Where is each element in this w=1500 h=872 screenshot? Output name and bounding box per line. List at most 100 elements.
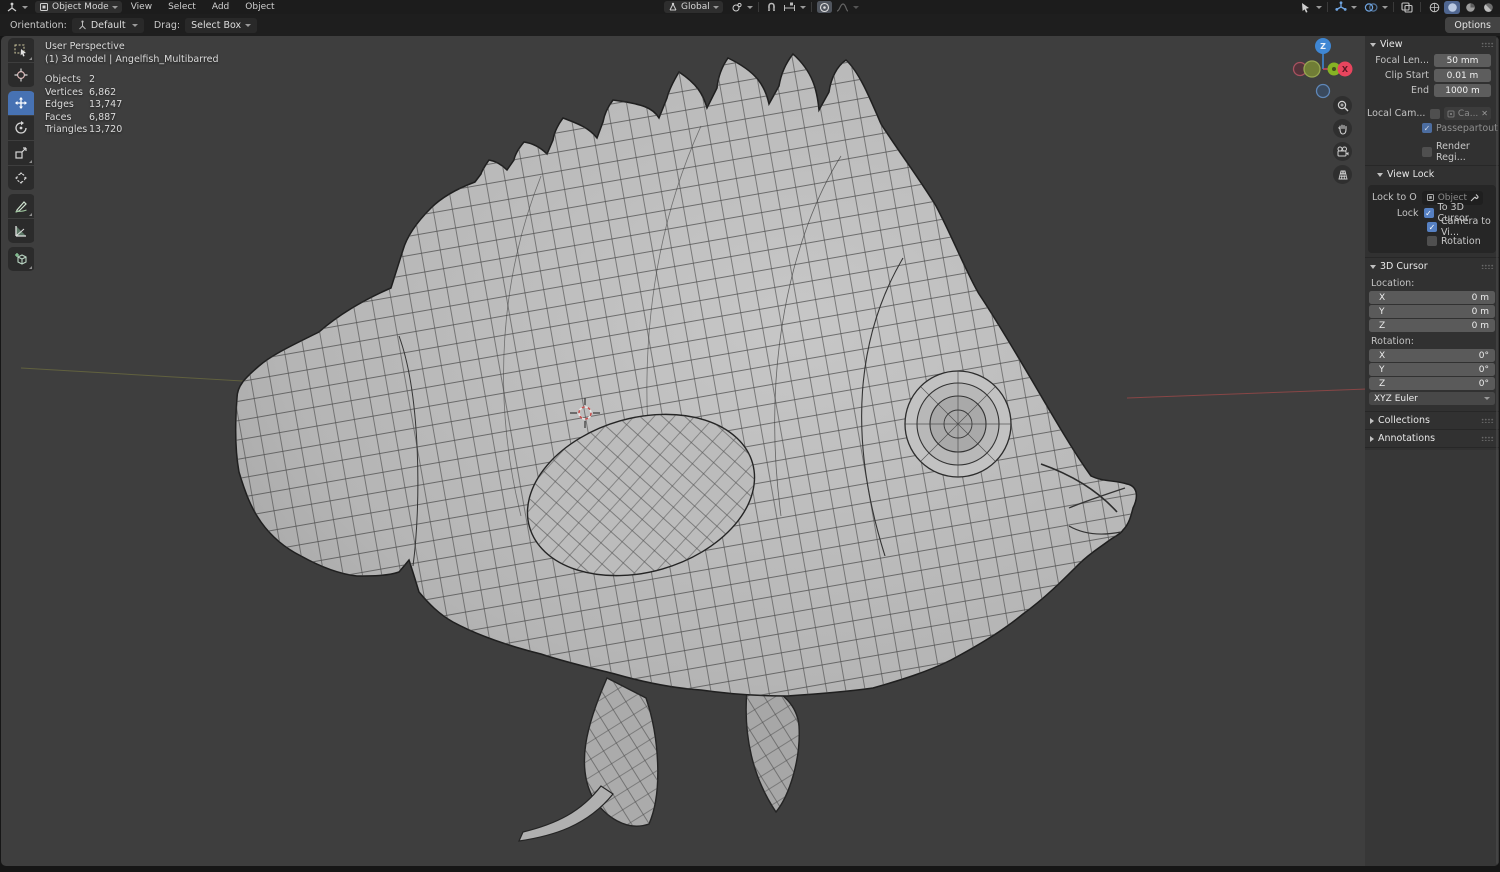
menu-add[interactable]: Add bbox=[205, 2, 236, 12]
orientation-icon bbox=[668, 2, 678, 12]
shading-solid-button[interactable] bbox=[1444, 1, 1460, 14]
snap-target-dropdown[interactable] bbox=[781, 1, 798, 13]
lock-rotation-checkbox[interactable] bbox=[1427, 236, 1437, 246]
shading-wireframe-button[interactable] bbox=[1426, 1, 1442, 14]
stat-value: 6,862 bbox=[89, 87, 219, 100]
chevron-down-icon bbox=[245, 24, 251, 27]
xray-toggle[interactable] bbox=[1399, 1, 1415, 13]
camera-to-view-checkbox[interactable] bbox=[1427, 222, 1437, 232]
grip-icon[interactable] bbox=[1481, 418, 1494, 423]
subtool-indicator bbox=[29, 160, 32, 163]
caret-down-icon bbox=[1370, 265, 1376, 269]
cursor-location-y[interactable]: Y 0 m bbox=[1369, 305, 1495, 318]
fish-mesh-canvas[interactable] bbox=[1, 36, 1367, 866]
clip-end-field[interactable]: 1000 m bbox=[1434, 84, 1491, 97]
divider bbox=[758, 2, 759, 12]
render-region-checkbox[interactable] bbox=[1422, 147, 1432, 157]
grip-icon[interactable] bbox=[1481, 436, 1494, 441]
stat-value: 2 bbox=[89, 74, 219, 87]
navigation-gizmo[interactable]: X Z bbox=[1285, 36, 1365, 106]
section-view-lock-header[interactable]: View Lock bbox=[1365, 166, 1499, 183]
stat-value: 13,747 bbox=[89, 99, 219, 112]
cursor-location-z[interactable]: Z 0 m bbox=[1369, 319, 1495, 332]
chevron-down-icon bbox=[853, 6, 859, 9]
shading-rendered-button[interactable] bbox=[1480, 1, 1496, 14]
cursor-rotation-z[interactable]: Z 0° bbox=[1369, 377, 1495, 390]
zoom-button[interactable] bbox=[1333, 96, 1352, 115]
viewport-3d[interactable]: User Perspective (1) 3d model | Angelfis… bbox=[1, 36, 1499, 866]
pan-button[interactable] bbox=[1333, 119, 1352, 138]
grip-icon[interactable] bbox=[1481, 42, 1494, 47]
section-3d-cursor-header[interactable]: 3D Cursor bbox=[1365, 258, 1499, 275]
pivot-point-dropdown[interactable] bbox=[729, 1, 745, 13]
clear-icon[interactable]: ✕ bbox=[1481, 109, 1488, 118]
camera-view-button[interactable] bbox=[1333, 142, 1352, 161]
show-gizmo-toggle[interactable] bbox=[1333, 1, 1349, 13]
snap-toggle[interactable] bbox=[764, 1, 779, 13]
lock-to-3d-cursor-checkbox[interactable] bbox=[1424, 208, 1434, 218]
options-button[interactable]: Options bbox=[1445, 17, 1500, 33]
tool-add-cube-button[interactable] bbox=[8, 247, 34, 271]
svg-text:Z: Z bbox=[1320, 42, 1326, 51]
editor-type-selector[interactable] bbox=[4, 1, 20, 13]
orientation-setting-value: Default bbox=[91, 20, 128, 31]
section-collections-title: Collections bbox=[1378, 415, 1481, 426]
rotation-label: Rotation: bbox=[1365, 333, 1499, 349]
orientation-label: Global bbox=[681, 2, 710, 12]
focal-length-field[interactable]: 50 mm bbox=[1434, 54, 1491, 67]
caret-down-icon bbox=[1377, 173, 1383, 177]
orientation-setting-dropdown[interactable]: Default bbox=[72, 18, 144, 33]
menu-view[interactable]: View bbox=[124, 2, 159, 12]
fish-eye bbox=[905, 371, 1011, 477]
viewport-overlay-stats: User Perspective (1) 3d model | Angelfis… bbox=[45, 41, 219, 137]
section-view-header[interactable]: View bbox=[1365, 36, 1499, 53]
cursor-rotation-x[interactable]: X 0° bbox=[1369, 349, 1495, 362]
tool-measure-button[interactable] bbox=[8, 219, 34, 243]
menu-select[interactable]: Select bbox=[161, 2, 203, 12]
section-annotations-title: Annotations bbox=[1378, 433, 1481, 444]
local-camera-field[interactable]: Ca... ✕ bbox=[1444, 107, 1491, 120]
tool-select-box-button[interactable] bbox=[8, 38, 34, 62]
axis-icon bbox=[78, 20, 87, 30]
angelfish-model[interactable] bbox=[236, 54, 1137, 841]
chevron-down-icon bbox=[1351, 6, 1357, 9]
tool-cursor-button[interactable] bbox=[8, 63, 34, 87]
chevron-down-icon bbox=[800, 6, 806, 9]
divider bbox=[1420, 2, 1421, 12]
cursor-rotation-y[interactable]: Y 0° bbox=[1369, 363, 1495, 376]
show-overlays-toggle[interactable] bbox=[1362, 1, 1380, 13]
mode-dropdown[interactable]: Object Mode bbox=[35, 1, 122, 13]
grip-icon[interactable] bbox=[1481, 264, 1494, 269]
stat-label: Objects bbox=[45, 74, 89, 87]
drag-setting-dropdown[interactable]: Select Box bbox=[185, 18, 257, 33]
tool-scale-button[interactable] bbox=[8, 141, 34, 165]
render-region-label: Render Regi... bbox=[1436, 141, 1499, 163]
tool-transform-button[interactable] bbox=[8, 166, 34, 190]
menu-object[interactable]: Object bbox=[238, 2, 281, 12]
passepartout-checkbox[interactable] bbox=[1422, 123, 1432, 133]
chevron-down-icon bbox=[132, 24, 138, 27]
object-visibility-dropdown[interactable] bbox=[1298, 1, 1314, 13]
transform-orientation-dropdown[interactable]: Global bbox=[664, 1, 723, 13]
proportional-falloff-dropdown[interactable] bbox=[834, 1, 851, 13]
tool-rotate-button[interactable] bbox=[8, 116, 34, 140]
gizmo-neg-y bbox=[1304, 61, 1320, 77]
clip-start-field[interactable]: 0.01 m bbox=[1434, 69, 1491, 82]
tool-move-button[interactable] bbox=[8, 91, 34, 115]
shading-material-button[interactable] bbox=[1462, 1, 1478, 14]
section-collections-header[interactable]: Collections bbox=[1365, 412, 1499, 429]
sidebar-scrollbar[interactable] bbox=[1496, 38, 1498, 864]
chevron-down-icon bbox=[1316, 6, 1322, 9]
cursor-location-x[interactable]: X 0 m bbox=[1369, 291, 1495, 304]
local-camera-label: Local Cam... bbox=[1367, 108, 1425, 119]
rotation-mode-dropdown[interactable]: XYZ Euler bbox=[1369, 392, 1495, 405]
tool-annotate-button[interactable] bbox=[8, 194, 34, 218]
stat-label: Triangles bbox=[45, 124, 89, 137]
clip-start-label: Clip Start bbox=[1367, 70, 1429, 81]
section-annotations-header[interactable]: Annotations bbox=[1365, 430, 1499, 447]
local-camera-checkbox[interactable] bbox=[1430, 109, 1440, 119]
proportional-editing-toggle[interactable] bbox=[817, 1, 832, 13]
view-name: User Perspective bbox=[45, 41, 219, 54]
perspective-toggle-button[interactable] bbox=[1333, 165, 1352, 184]
chevron-down-icon bbox=[1484, 397, 1490, 400]
